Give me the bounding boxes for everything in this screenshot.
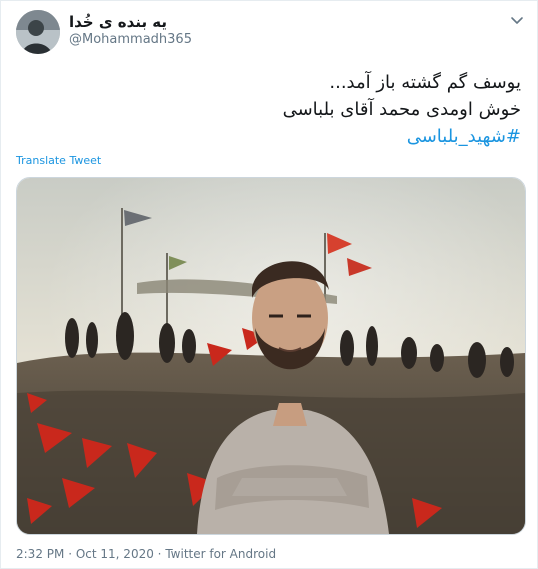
- display-name[interactable]: یه بنده ی خُدا: [69, 13, 167, 31]
- tweet-time[interactable]: 2:32 PM: [16, 547, 64, 561]
- tweet-source[interactable]: Twitter for Android: [165, 547, 276, 561]
- meta-separator: ·: [157, 547, 162, 561]
- media-photo: [17, 178, 525, 534]
- tweet-text: یوسف گم گشته باز آمد... خوش اومدی محمد آ…: [41, 69, 521, 150]
- tweet-meta: 2:32 PM · Oct 11, 2020 · Twitter for And…: [16, 547, 276, 561]
- avatar[interactable]: [16, 10, 60, 54]
- tweet-media[interactable]: [16, 177, 526, 535]
- tweet-date[interactable]: Oct 11, 2020: [76, 547, 154, 561]
- avatar-image: [16, 10, 60, 54]
- translate-tweet-link[interactable]: Translate Tweet: [16, 154, 101, 167]
- user-handle[interactable]: @Mohammadh365: [69, 32, 192, 47]
- hashtag-link[interactable]: #شهید_بلباسی: [41, 123, 521, 150]
- tweet-line-1: یوسف گم گشته باز آمد...: [329, 72, 521, 93]
- chevron-down-icon[interactable]: [508, 11, 526, 29]
- meta-separator: ·: [68, 547, 73, 561]
- tweet-card: یه بنده ی خُدا @Mohammadh365 یوسف گم گشت…: [0, 0, 538, 569]
- tweet-line-2: خوش اومدی محمد آقای بلباسی: [282, 99, 521, 120]
